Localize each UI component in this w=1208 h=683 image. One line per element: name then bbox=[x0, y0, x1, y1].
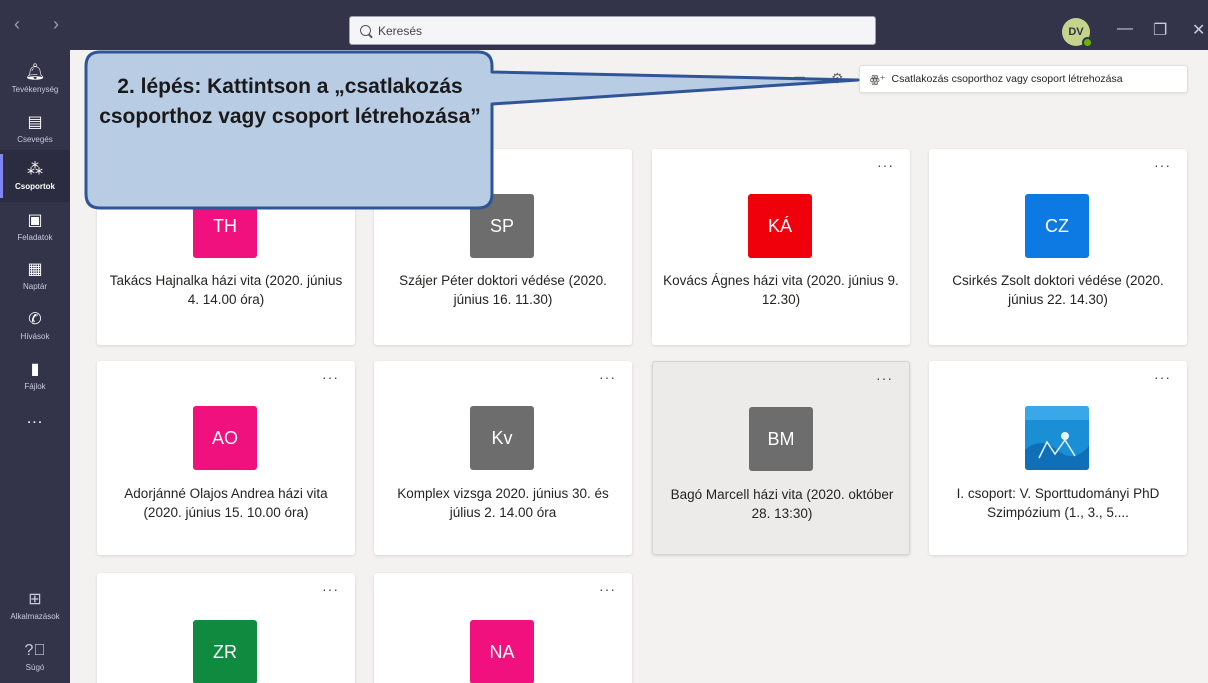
team-name: Komplex vizsga 2020. június 30. és júliu… bbox=[397, 486, 609, 520]
team-card[interactable]: ··· CZ Csirkés Zsolt doktori védése (202… bbox=[929, 149, 1187, 345]
rail-label: Súgó bbox=[25, 663, 45, 672]
rail-item-apps[interactable]: ⊞ Alkalmazások bbox=[0, 580, 70, 632]
join-or-create-team-button[interactable]: ꙮ⁺ Csatlakozás csoporthoz vagy csoport l… bbox=[859, 65, 1188, 93]
team-avatar: Kv bbox=[470, 406, 534, 470]
search-input[interactable]: Keresés bbox=[349, 16, 876, 45]
team-avatar: BM bbox=[749, 407, 813, 471]
team-card[interactable]: ··· Kv Komplex vizsga 2020. június 30. é… bbox=[374, 361, 632, 555]
more-options-icon[interactable]: ··· bbox=[322, 581, 339, 597]
team-name: Szájer Péter doktori védése (2020. júniu… bbox=[399, 273, 607, 307]
team-name: Kovács Ágnes házi vita (2020. június 9. … bbox=[663, 273, 899, 307]
team-avatar: AO bbox=[193, 406, 257, 470]
team-avatar: CZ bbox=[1025, 194, 1089, 258]
rail-item-assignments[interactable]: ▣ Feladatok bbox=[0, 201, 70, 253]
minimize-icon[interactable]: — bbox=[1117, 20, 1133, 38]
apps-icon: ⊞ bbox=[28, 591, 42, 608]
search-icon bbox=[360, 25, 371, 36]
team-name: Csirkés Zsolt doktori védése (2020. júni… bbox=[952, 273, 1164, 307]
rail-label: Tevékenység bbox=[11, 85, 59, 94]
search-placeholder: Keresés bbox=[378, 23, 423, 38]
team-avatar: SP bbox=[470, 194, 534, 258]
more-options-icon[interactable]: ··· bbox=[322, 369, 339, 385]
join-button-label: Csatlakozás csoporthoz vagy csoport létr… bbox=[891, 73, 1123, 85]
team-name: Takács Hajnalka házi vita (2020. június … bbox=[109, 273, 343, 307]
rail-item-chat[interactable]: ▤ Csevegés bbox=[0, 103, 70, 155]
restore-icon[interactable]: ❐ bbox=[1153, 20, 1167, 40]
rail-item-files[interactable]: ▮ Fájlok bbox=[0, 350, 70, 402]
add-people-icon: ꙮ⁺ bbox=[870, 73, 886, 86]
gear-icon[interactable]: ⚙ bbox=[831, 70, 844, 87]
more-options-icon[interactable]: ··· bbox=[1154, 369, 1171, 385]
team-name: Bagó Marcell házi vita (2020. október 28… bbox=[670, 487, 894, 521]
team-card[interactable]: ··· AO Adorjánné Olajos Andrea házi vita… bbox=[97, 361, 355, 555]
team-card[interactable]: ··· I. csoport: V. Sporttudományi PhD Sz… bbox=[929, 361, 1187, 555]
team-avatar: KÁ bbox=[748, 194, 812, 258]
avatar-initials: DV bbox=[1068, 26, 1084, 38]
more-options-icon[interactable]: ··· bbox=[876, 370, 893, 386]
team-avatar: TH bbox=[193, 194, 257, 258]
close-icon[interactable]: ✕ bbox=[1192, 20, 1205, 40]
bell-icon: 🔔︎ bbox=[24, 64, 46, 81]
team-card[interactable]: SP Szájer Péter doktori védése (2020. jú… bbox=[374, 149, 632, 345]
app-rail: 🔔︎ Tevékenység ▤ Csevegés ⁂ Csoportok ▣ … bbox=[0, 50, 70, 683]
team-card[interactable]: ··· BM Bagó Marcell házi vita (2020. okt… bbox=[652, 361, 910, 555]
more-options-icon[interactable]: ··· bbox=[1154, 157, 1171, 173]
rail-label: Alkalmazások bbox=[10, 612, 60, 621]
nav-arrows[interactable]: ‹ › bbox=[14, 14, 73, 35]
help-icon: ?⃝ bbox=[24, 642, 46, 659]
rail-label: Csoportok bbox=[15, 182, 55, 191]
title-bar: ‹ › Keresés DV — ❐ ✕ bbox=[0, 0, 1208, 50]
status-available-icon bbox=[1082, 37, 1093, 48]
team-image-icon bbox=[1025, 406, 1089, 470]
rail-item-teams[interactable]: ⁂ Csoportok bbox=[0, 150, 70, 202]
rail-item-calendar[interactable]: ▦ Naptár bbox=[0, 250, 70, 302]
rail-item-help[interactable]: ?⃝ Súgó bbox=[0, 631, 70, 683]
file-icon: ▮ bbox=[30, 361, 40, 378]
chat-icon: ▤ bbox=[27, 114, 43, 131]
team-card[interactable]: ··· NA bbox=[374, 573, 632, 683]
callout-text: 2. lépés: Kattintson a „csatlakozás csop… bbox=[99, 75, 481, 128]
rail-label: Hívások bbox=[20, 332, 50, 341]
assignments-icon: ▣ bbox=[27, 212, 43, 229]
phone-icon: ✆ bbox=[28, 311, 42, 328]
rail-item-activity[interactable]: 🔔︎ Tevékenység bbox=[0, 53, 70, 105]
team-name: Adorjánné Olajos Andrea házi vita (2020.… bbox=[124, 486, 328, 520]
more-options-icon[interactable]: ··· bbox=[599, 581, 616, 597]
team-card[interactable]: ··· KÁ Kovács Ágnes házi vita (2020. jún… bbox=[652, 149, 910, 345]
team-avatar: ZR bbox=[193, 620, 257, 683]
rail-item-calls[interactable]: ✆ Hívások bbox=[0, 300, 70, 352]
rail-label: Naptár bbox=[22, 282, 47, 291]
calendar-icon: ▦ bbox=[27, 261, 43, 278]
more-options-icon[interactable]: ··· bbox=[877, 157, 894, 173]
rail-label: Fájlok bbox=[24, 382, 46, 391]
more-apps-button[interactable]: ... bbox=[0, 410, 70, 428]
avatar[interactable]: DV bbox=[1062, 18, 1093, 48]
rail-label: Csevegés bbox=[17, 135, 53, 144]
rail-label: Feladatok bbox=[17, 233, 53, 242]
more-options-icon[interactable]: ··· bbox=[599, 369, 616, 385]
team-avatar: NA bbox=[470, 620, 534, 683]
teams-icon: ⁂ bbox=[27, 161, 43, 178]
team-name: I. csoport: V. Sporttudományi PhD Szimpó… bbox=[956, 486, 1160, 520]
filter-icon[interactable]: ▭ bbox=[793, 70, 806, 87]
team-card[interactable]: ··· ZR bbox=[97, 573, 355, 683]
symposium-image-icon bbox=[1025, 406, 1089, 470]
team-card[interactable]: TH Takács Hajnalka házi vita (2020. júni… bbox=[97, 149, 355, 345]
